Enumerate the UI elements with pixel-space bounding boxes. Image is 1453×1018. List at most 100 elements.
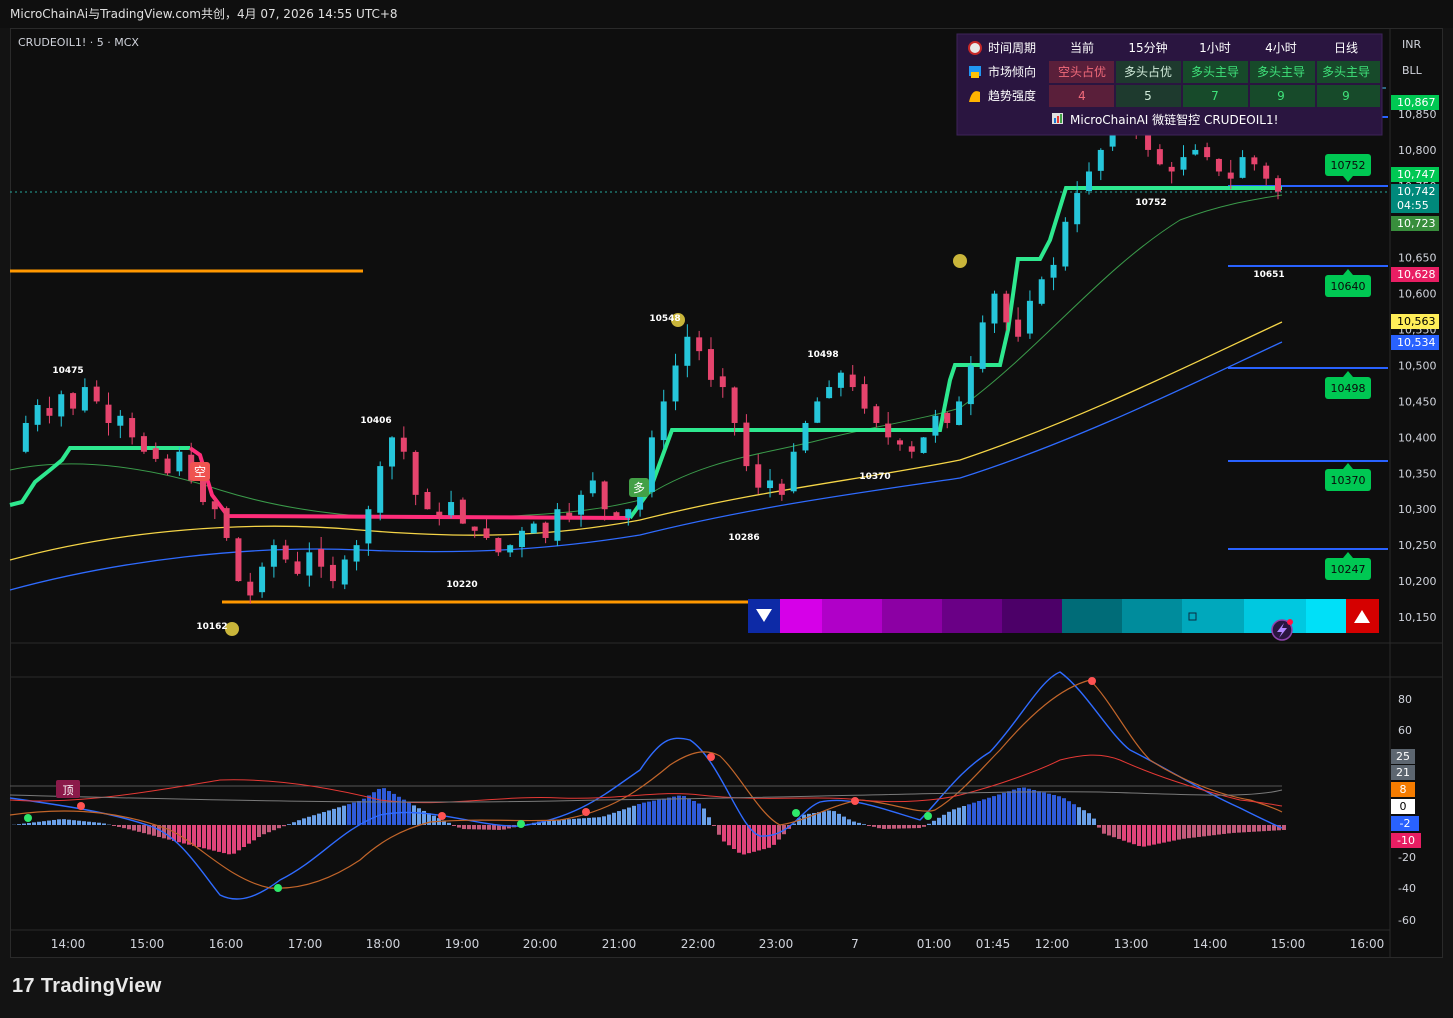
chart-canvas[interactable]: CRUDEOIL1! · 5 · MCX INR BLL 空 多 10475 1… — [0, 0, 1453, 1018]
histogram-bar — [137, 825, 141, 832]
candle-body — [731, 387, 738, 423]
level-box[interactable]: 10247 — [1325, 552, 1371, 580]
histogram-bar — [112, 825, 116, 826]
level-box[interactable]: 10752 — [1325, 154, 1371, 182]
histogram-bar — [1282, 825, 1286, 830]
candle-body — [648, 437, 655, 492]
tradingview-logo[interactable]: 17 TradingView — [12, 975, 162, 998]
info-panel[interactable]: 时间周期 当前 15分钟 1小时 4小时 日线 市场倾向 空头占优 多头占优 多… — [956, 33, 1383, 136]
candle-body — [140, 436, 147, 452]
level-box[interactable]: 10498 — [1325, 371, 1371, 399]
histogram-bar — [892, 825, 896, 829]
candle-body — [377, 466, 384, 513]
histogram-bar — [952, 809, 956, 825]
level-box[interactable]: 10640 — [1325, 269, 1371, 297]
histogram-bar — [757, 825, 761, 851]
osc-bull-dot — [924, 812, 932, 820]
histogram-bar — [822, 811, 826, 825]
price-tick: 10,400 — [1398, 431, 1437, 444]
histogram-bar — [1227, 825, 1231, 834]
histogram-bar — [552, 820, 556, 825]
candle-body — [353, 545, 360, 562]
histogram-bar — [887, 825, 891, 829]
candle-body — [566, 512, 573, 517]
histogram-bar — [372, 792, 376, 825]
top-signal-label: 顶 — [63, 784, 74, 797]
histogram-bar — [1102, 825, 1106, 834]
candle-body — [826, 387, 833, 399]
panel-header: 日线 — [1334, 41, 1358, 55]
histogram-bar — [1057, 796, 1061, 825]
histogram-bar — [932, 820, 936, 825]
chart-icon-bar — [1054, 118, 1056, 123]
histogram-bar — [202, 825, 206, 849]
candle-body — [306, 552, 313, 576]
currency-label: INR — [1402, 38, 1421, 51]
candle-body — [814, 401, 821, 423]
price-label: 10548 — [649, 314, 680, 324]
indicator-tag: BLL — [1402, 64, 1423, 77]
histogram-bar — [572, 818, 576, 825]
histogram-bar — [1072, 804, 1076, 825]
level-box-text: 10640 — [1331, 280, 1366, 293]
osc-bear-dot — [438, 812, 446, 820]
histogram-bar — [182, 825, 186, 844]
histogram-bar — [1152, 825, 1156, 845]
histogram-bar — [82, 821, 86, 825]
level-box-text: 10370 — [1331, 474, 1366, 487]
histogram-bar — [292, 822, 296, 825]
tradingview-wordmark: TradingView — [40, 975, 162, 997]
candle-body — [34, 405, 41, 425]
histogram-bar — [842, 816, 846, 825]
histogram-bar — [232, 825, 236, 854]
histogram-bar — [477, 825, 481, 830]
supertrend-down-line — [188, 446, 631, 520]
histogram-bar — [1022, 787, 1026, 825]
histogram-bar — [242, 825, 246, 847]
price-tick: 10,600 — [1398, 288, 1437, 301]
histogram-bar — [32, 822, 36, 825]
osc-bull-dot — [517, 820, 525, 828]
histogram-bar — [1252, 825, 1256, 832]
histogram-bar — [227, 825, 231, 855]
histogram-bar — [1027, 788, 1031, 825]
histogram-bar — [1037, 791, 1041, 825]
histogram-bar — [577, 818, 581, 825]
histogram-bar — [342, 805, 346, 825]
price-label: 10752 — [1135, 198, 1166, 208]
histogram-bar — [262, 825, 266, 835]
histogram-bar — [462, 825, 466, 830]
histogram-bar — [492, 825, 496, 830]
histogram-bar — [382, 788, 386, 825]
histogram-bar — [1182, 825, 1186, 839]
candle-body — [247, 581, 254, 596]
candle-body — [944, 412, 951, 423]
histogram-bar — [307, 816, 311, 825]
candle-body — [58, 394, 65, 417]
price-label: 10498 — [807, 350, 838, 360]
histogram-bar — [1247, 825, 1251, 833]
panel-cell: 多头占优 — [1124, 64, 1172, 79]
histogram-bar — [1262, 825, 1266, 832]
candle-body — [719, 376, 726, 388]
histogram-bar — [452, 825, 456, 826]
candle-body — [1168, 166, 1175, 172]
histogram-bar — [412, 805, 416, 825]
histogram-bar — [987, 797, 991, 825]
level-box[interactable]: 10370 — [1325, 463, 1371, 491]
histogram-bar — [37, 821, 41, 825]
histogram-bar — [992, 796, 996, 825]
histogram-bar — [957, 807, 961, 825]
histogram-bar — [587, 817, 591, 825]
panel-cell: 多头主导 — [1191, 65, 1239, 79]
histogram-bar — [682, 796, 686, 825]
candle-body — [164, 458, 171, 474]
panel-row-label: 市场倾向 — [988, 64, 1036, 79]
time-axis[interactable]: 14:00 15:00 16:00 17:00 18:00 19:00 20:00 21:00… — [51, 937, 1385, 951]
histogram-bar — [632, 805, 636, 825]
panel-cell: 4 — [1078, 89, 1086, 103]
histogram-bar — [1132, 825, 1136, 845]
panel-header: 4小时 — [1265, 41, 1297, 55]
histogram-bar — [877, 825, 881, 829]
histogram-bar — [702, 808, 706, 825]
